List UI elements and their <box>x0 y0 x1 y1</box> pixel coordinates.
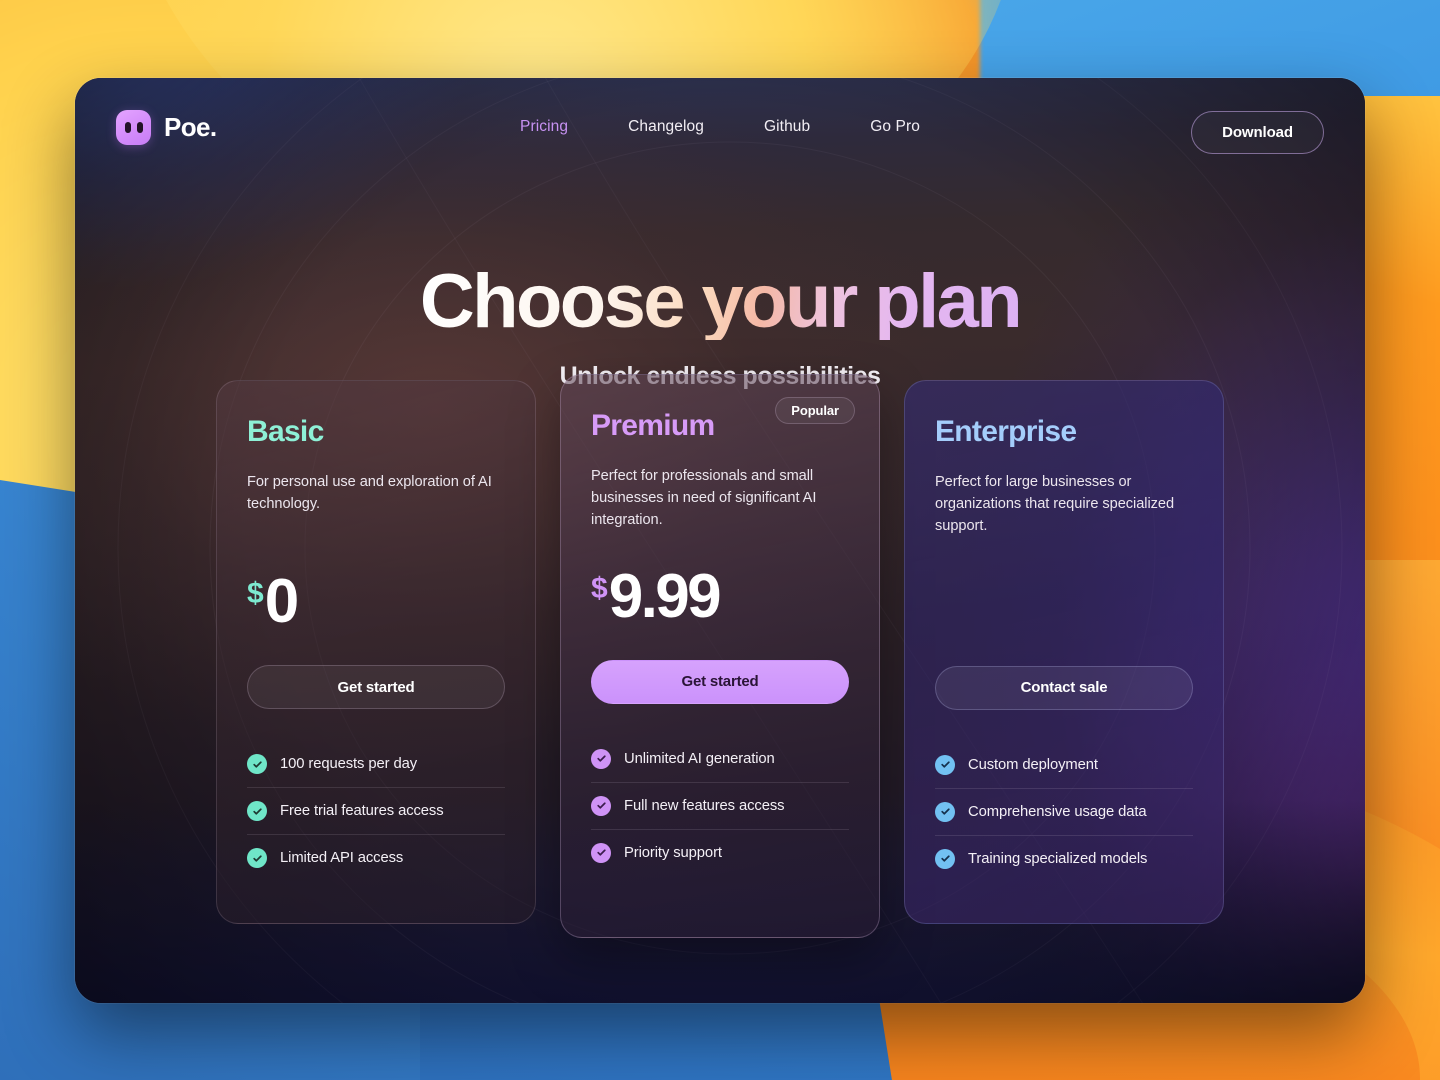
feature-item: Custom deployment <box>935 742 1193 788</box>
feature-label: 100 requests per day <box>280 756 418 772</box>
check-icon <box>247 801 267 821</box>
feature-list-basic: 100 requests per day Free trial features… <box>247 741 505 881</box>
feature-item: Full new features access <box>591 781 849 829</box>
pricing-card-enterprise: Enterprise Perfect for large businesses … <box>904 380 1224 924</box>
feature-item: Limited API access <box>247 834 505 881</box>
price-amount-basic: 0 <box>264 567 299 636</box>
plan-description-basic: For personal use and exploration of AI t… <box>247 474 492 513</box>
check-icon <box>591 795 611 816</box>
nav-item-github[interactable]: Github <box>764 118 810 136</box>
check-icon <box>247 754 267 774</box>
logo-eye-left <box>124 122 131 133</box>
nav-item-changelog[interactable]: Changelog <box>628 118 704 136</box>
plan-description-enterprise: Perfect for large businesses or organiza… <box>935 474 1175 535</box>
page-title: Choose your plan <box>419 259 1023 344</box>
download-button[interactable]: Download <box>1191 111 1324 154</box>
brand-logo[interactable]: Poe. <box>116 110 217 145</box>
currency-symbol-basic: $ <box>247 577 264 610</box>
feature-item: Unlimited AI generation <box>591 736 849 782</box>
check-icon <box>935 848 955 869</box>
feature-item: 100 requests per day <box>247 741 505 787</box>
check-icon <box>935 754 955 775</box>
feature-label: Comprehensive usage data <box>968 803 1147 820</box>
hero-section: Choose your plan Unlock endless possibil… <box>75 264 1365 391</box>
popular-badge[interactable]: Popular <box>775 397 855 424</box>
nav-item-pricing[interactable]: Pricing <box>520 118 568 136</box>
poe-logo-icon <box>116 110 151 145</box>
feature-label: Full new features access <box>624 797 785 814</box>
check-icon <box>247 848 267 868</box>
pricing-card-basic: Basic For personal use and exploration o… <box>216 380 536 924</box>
feature-item: Free trial features access <box>247 787 505 834</box>
app-header: Poe. Pricing Changelog Github Go Pro Dow… <box>75 78 1365 182</box>
feature-label: Training specialized models <box>968 850 1148 867</box>
pricing-card-premium: Popular Premium Perfect for professional… <box>560 374 880 938</box>
plan-description-premium: Perfect for professionals and small busi… <box>591 468 817 529</box>
desktop-background: Poe. Pricing Changelog Github Go Pro Dow… <box>0 0 1440 1080</box>
brand-name: Poe. <box>164 112 217 142</box>
main-nav: Pricing Changelog Github Go Pro <box>520 118 920 136</box>
pricing-cards: Basic For personal use and exploration o… <box>75 374 1365 938</box>
feature-list-enterprise: Custom deployment Comprehensive usage da… <box>935 742 1193 882</box>
get-started-button-basic[interactable]: Get started <box>247 665 505 709</box>
logo-eye-right <box>136 122 143 133</box>
check-icon <box>591 842 611 863</box>
contact-sale-button[interactable]: Contact sale <box>935 665 1193 710</box>
feature-label: Limited API access <box>280 850 404 866</box>
plan-price-basic: $ 0 <box>247 567 505 647</box>
get-started-button-premium[interactable]: Get started <box>591 659 849 704</box>
plan-name-enterprise: Enterprise <box>935 415 1077 448</box>
feature-label: Priority support <box>624 844 722 861</box>
check-icon <box>935 801 955 822</box>
check-icon <box>591 748 611 769</box>
price-amount-premium: 9.99 <box>608 561 722 631</box>
plan-price-enterprise-placeholder <box>935 574 1193 648</box>
currency-symbol-premium: $ <box>591 571 608 605</box>
feature-list-premium: Unlimited AI generation Full new feature… <box>591 736 849 876</box>
feature-label: Unlimited AI generation <box>624 750 775 767</box>
plan-name-basic: Basic <box>247 415 324 448</box>
feature-item: Priority support <box>591 828 849 876</box>
feature-item: Training specialized models <box>935 834 1193 882</box>
feature-label: Free trial features access <box>280 803 444 819</box>
app-window: Poe. Pricing Changelog Github Go Pro Dow… <box>75 78 1365 1003</box>
plan-price-premium: $ 9.99 <box>591 561 849 642</box>
nav-item-go-pro[interactable]: Go Pro <box>870 118 920 136</box>
feature-label: Custom deployment <box>968 756 1098 773</box>
feature-item: Comprehensive usage data <box>935 787 1193 835</box>
